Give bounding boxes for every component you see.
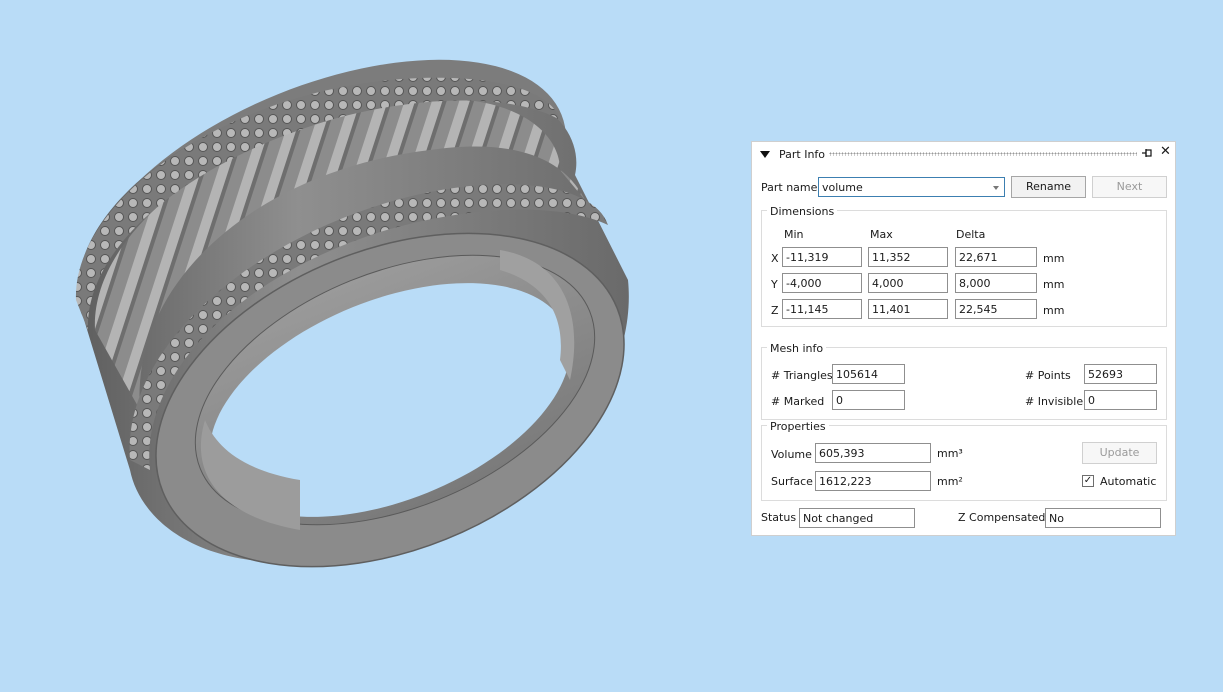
surface-unit: mm² — [937, 475, 963, 488]
surface-label: Surface — [771, 475, 813, 488]
y-min-field[interactable]: -4,000 — [782, 273, 862, 293]
axis-x-label: X — [771, 252, 779, 265]
y-unit: mm — [1043, 278, 1065, 291]
header-min: Min — [784, 228, 804, 241]
triangles-label: # Triangles — [771, 369, 833, 382]
x-min-field[interactable]: -11,319 — [782, 247, 862, 267]
mesh-info-title: Mesh info — [767, 342, 827, 355]
part-name-combo[interactable]: volume — [818, 177, 1005, 197]
chevron-down-icon — [993, 186, 999, 190]
marked-field[interactable]: 0 — [832, 390, 905, 410]
volume-field[interactable]: 605,393 — [815, 443, 931, 463]
volume-unit: mm³ — [937, 447, 963, 460]
dimensions-title: Dimensions — [767, 205, 838, 218]
axis-y-label: Y — [771, 278, 778, 291]
z-delta-field[interactable]: 22,545 — [955, 299, 1037, 319]
part-name-value: volume — [822, 181, 863, 194]
triangles-field[interactable]: 105614 — [832, 364, 905, 384]
z-compensated-field[interactable]: No — [1045, 508, 1161, 528]
panel-title: Part Info — [779, 148, 826, 161]
invisible-field[interactable]: 0 — [1084, 390, 1157, 410]
x-delta-field[interactable]: 22,671 — [955, 247, 1037, 267]
status-label: Status — [761, 511, 797, 524]
y-delta-field[interactable]: 8,000 — [955, 273, 1037, 293]
pin-icon[interactable] — [1141, 147, 1153, 159]
properties-title: Properties — [767, 420, 829, 433]
surface-field[interactable]: 1612,223 — [815, 471, 931, 491]
automatic-label: Automatic — [1100, 475, 1157, 488]
x-max-field[interactable]: 11,352 — [868, 247, 948, 267]
y-max-field[interactable]: 4,000 — [868, 273, 948, 293]
points-label: # Points — [1025, 369, 1071, 382]
rename-button[interactable]: Rename — [1011, 176, 1086, 198]
z-max-field[interactable]: 11,401 — [868, 299, 948, 319]
axis-z-label: Z — [771, 304, 779, 317]
header-max: Max — [870, 228, 893, 241]
drag-grip[interactable] — [829, 152, 1137, 156]
triangle-down-icon[interactable] — [760, 151, 770, 158]
z-compensated-label: Z Compensated — [958, 511, 1046, 524]
header-delta: Delta — [956, 228, 986, 241]
points-field[interactable]: 52693 — [1084, 364, 1157, 384]
marked-label: # Marked — [771, 395, 825, 408]
panel-titlebar[interactable]: Part Info ✕ — [752, 142, 1175, 166]
next-button[interactable]: Next — [1092, 176, 1167, 198]
part-name-label: Part name — [761, 181, 818, 194]
z-min-field[interactable]: -11,145 — [782, 299, 862, 319]
x-unit: mm — [1043, 252, 1065, 265]
status-field[interactable]: Not changed — [799, 508, 915, 528]
close-icon[interactable]: ✕ — [1160, 144, 1171, 160]
part-info-panel: Part Info ✕ Part name volume Rename Next… — [751, 141, 1176, 536]
invisible-label: # Invisible — [1025, 395, 1084, 408]
update-button[interactable]: Update — [1082, 442, 1157, 464]
automatic-checkbox[interactable]: ✓ — [1082, 475, 1094, 487]
volume-label: Volume — [771, 448, 812, 461]
z-unit: mm — [1043, 304, 1065, 317]
